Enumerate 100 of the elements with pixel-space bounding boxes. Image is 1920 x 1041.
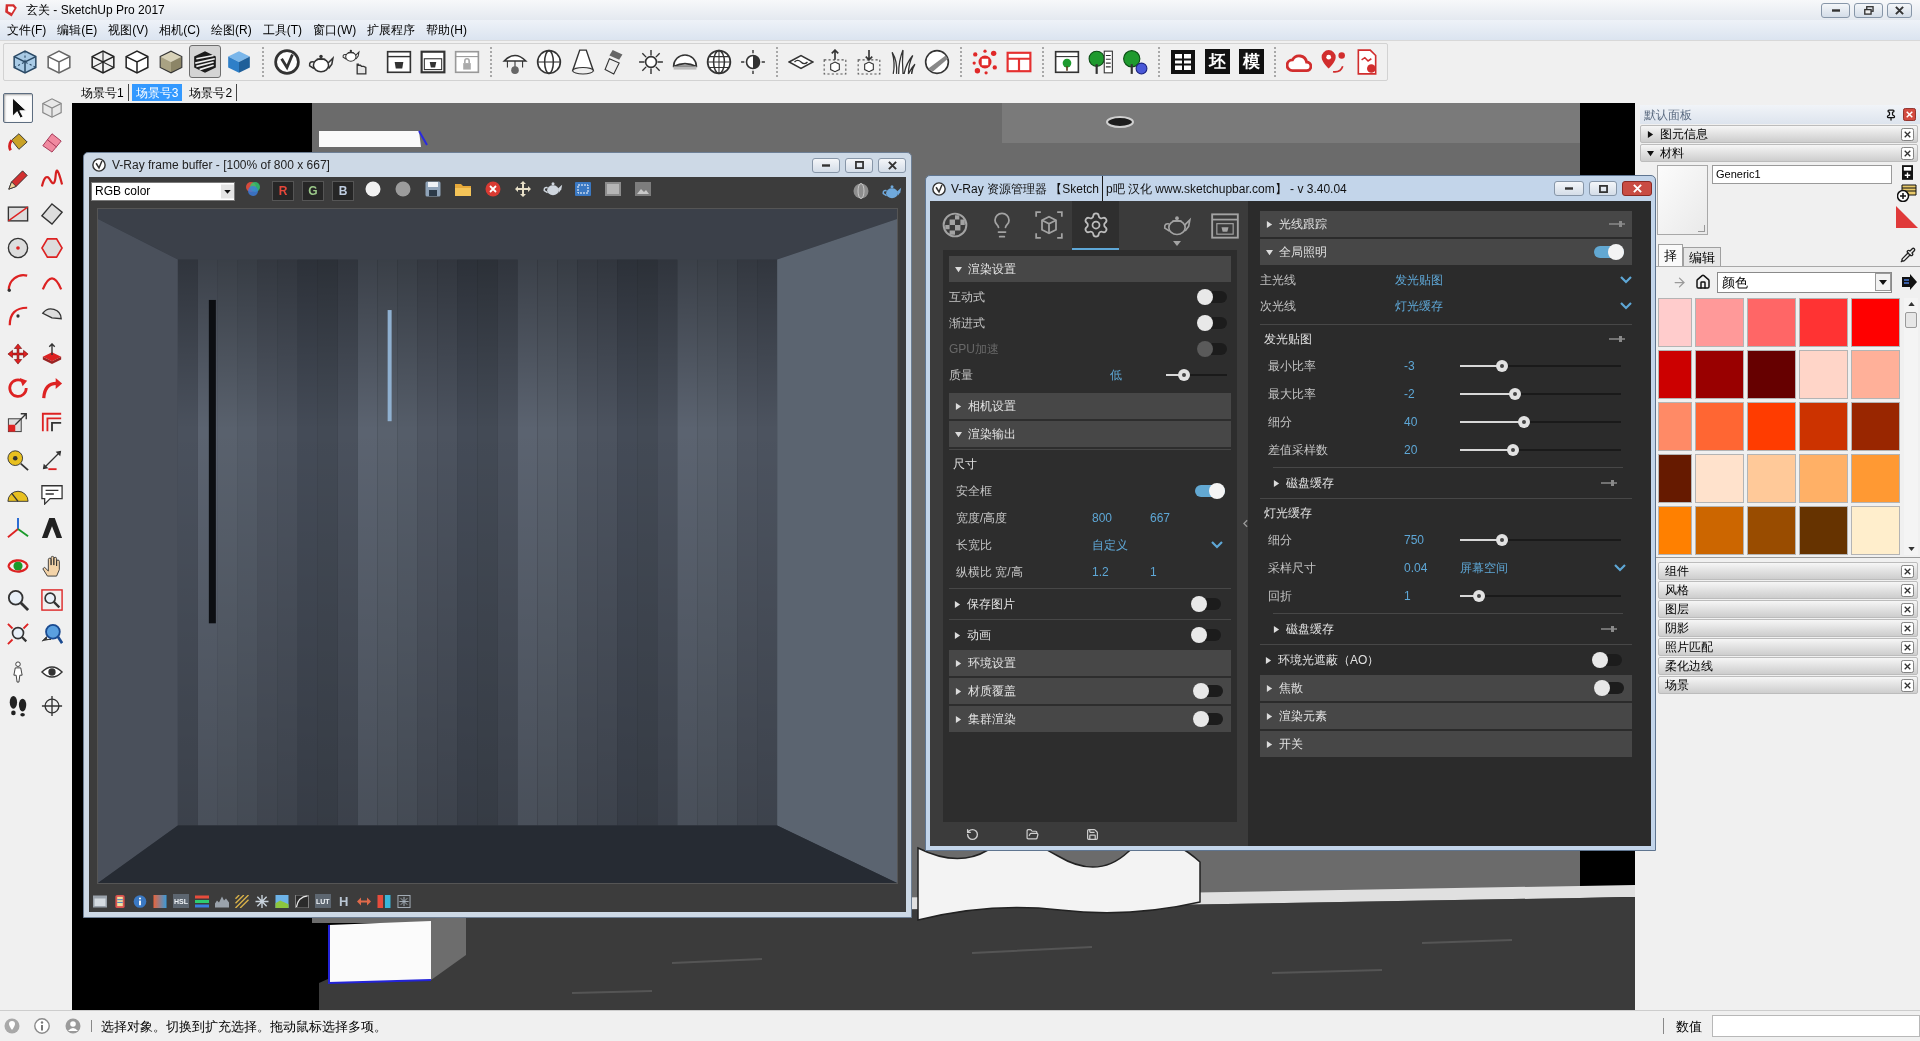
section-title[interactable]: 光线跟踪 — [1266, 218, 1327, 230]
setting-value[interactable]: 1.2 — [1092, 565, 1150, 578]
panel-bar[interactable]: 材料 — [1640, 144, 1918, 162]
slider-thumb[interactable] — [1508, 388, 1521, 400]
setting-value[interactable]: 0.04 — [1404, 562, 1460, 574]
circle-icon[interactable] — [365, 181, 381, 197]
panel-bar[interactable]: 组件 — [1658, 562, 1918, 580]
chevron-left-icon[interactable] — [1242, 519, 1248, 528]
slider-thumb[interactable] — [1495, 534, 1508, 546]
sphere-icon[interactable] — [536, 48, 562, 75]
asterisk-icon[interactable] — [396, 894, 411, 908]
color-wheel-icon[interactable] — [245, 181, 261, 197]
setting-value[interactable]: 20 — [1404, 444, 1460, 456]
curve-icon[interactable] — [295, 894, 309, 908]
section-title[interactable]: 磁盘缓存 — [1273, 477, 1334, 489]
circle-icon[interactable] — [395, 181, 411, 197]
cube-outline-icon[interactable] — [46, 48, 72, 75]
plus-box-icon[interactable] — [1901, 165, 1913, 180]
move-arrows-icon[interactable] — [515, 181, 531, 197]
color-swatch[interactable] — [1658, 402, 1692, 451]
triangle-swatch-icon[interactable] — [1896, 206, 1918, 228]
gradient-icon[interactable] — [153, 894, 167, 908]
section-title[interactable]: 渲染输出 — [955, 428, 1016, 440]
tray-tab[interactable]: 择 — [1658, 244, 1683, 266]
grass-icon[interactable] — [890, 48, 916, 75]
slider-thumb[interactable] — [1495, 360, 1508, 372]
eyedropper-icon[interactable] — [1900, 247, 1916, 263]
color-swatch[interactable] — [1695, 402, 1744, 451]
details-arrow-icon[interactable] — [1901, 274, 1917, 290]
maximize-button[interactable] — [845, 157, 873, 173]
grid-tile-icon[interactable] — [1171, 49, 1195, 74]
color-swatch[interactable] — [1799, 454, 1848, 503]
tool-button[interactable] — [3, 93, 33, 123]
box-arrow-down-icon[interactable] — [856, 48, 882, 75]
section-title[interactable]: 保存图片 — [954, 598, 1015, 610]
image-icon[interactable] — [635, 181, 651, 197]
landscape-icon[interactable] — [275, 894, 289, 908]
section-title[interactable]: 渲染元素 — [1266, 710, 1327, 722]
scrollbar-thumb[interactable] — [1905, 312, 1917, 328]
slider-track[interactable] — [1460, 388, 1621, 400]
close-icon[interactable] — [1901, 678, 1914, 692]
menu-item[interactable]: 扩展程序 — [367, 24, 416, 36]
half-circle-icon[interactable] — [740, 48, 766, 75]
close-icon[interactable] — [1901, 621, 1914, 635]
levels-icon[interactable] — [195, 894, 209, 908]
section-title[interactable]: 焦散 — [1266, 682, 1303, 694]
teapot-hand-icon[interactable] — [342, 48, 368, 75]
section-title[interactable]: 环境光遮蔽（AO） — [1265, 654, 1380, 666]
section-title[interactable]: 全局照明 — [1266, 246, 1327, 258]
close-icon[interactable] — [1901, 640, 1914, 654]
close-icon[interactable] — [1901, 146, 1914, 160]
tree-globe-icon[interactable] — [1122, 48, 1148, 75]
color-swatch[interactable] — [1851, 506, 1900, 555]
panel-bar[interactable]: 图层 — [1658, 600, 1918, 618]
setting-value[interactable]: 40 — [1404, 416, 1460, 428]
sphere-icon[interactable] — [853, 183, 869, 199]
toggle-switch[interactable] — [1191, 627, 1221, 643]
cone-light-icon[interactable] — [570, 48, 596, 75]
color-swatch[interactable] — [1747, 506, 1796, 555]
xray-cube-icon[interactable] — [12, 48, 38, 75]
color-swatch[interactable] — [1658, 350, 1692, 399]
color-swatch[interactable] — [1799, 506, 1848, 555]
toggle-switch[interactable] — [1592, 652, 1622, 668]
section-title[interactable]: 动画 — [954, 629, 991, 641]
dropdown[interactable]: 发光贴图 — [1395, 274, 1632, 286]
setting-value[interactable]: 800 — [1092, 511, 1150, 524]
image-icon[interactable] — [605, 181, 621, 197]
color-swatch[interactable] — [1695, 350, 1744, 399]
close-icon[interactable] — [1901, 659, 1914, 673]
toggle-switch[interactable] — [1195, 482, 1225, 499]
check-circle-icon[interactable] — [274, 48, 300, 75]
slider-track[interactable] — [1460, 444, 1621, 456]
minimize-button[interactable] — [1554, 181, 1584, 196]
menu-item[interactable]: 编辑(E) — [57, 24, 98, 36]
close-button[interactable] — [1887, 2, 1912, 18]
box-arrow-up-icon[interactable] — [822, 48, 848, 75]
toggle-switch[interactable] — [1594, 244, 1624, 260]
info-icon[interactable] — [34, 1018, 50, 1034]
channel-button[interactable]: R — [272, 181, 294, 201]
section-title[interactable]: 磁盘缓存 — [1273, 623, 1334, 635]
color-swatch[interactable] — [1799, 402, 1848, 451]
toggle-switch[interactable] — [1197, 315, 1227, 331]
restore-button[interactable] — [1854, 2, 1883, 18]
bars-icon[interactable] — [376, 894, 391, 908]
measurements-field[interactable] — [1712, 1015, 1920, 1037]
location-pin-icon[interactable] — [1320, 48, 1346, 75]
tree-document-icon[interactable] — [1088, 48, 1114, 75]
color-swatch[interactable] — [1695, 454, 1744, 503]
section-title[interactable]: 相机设置 — [955, 400, 1016, 412]
menu-item[interactable]: 文件(F) — [7, 24, 47, 36]
region-icon[interactable] — [575, 181, 591, 197]
close-icon[interactable] — [1901, 564, 1914, 578]
section-title[interactable]: 材质覆盖 — [955, 685, 1016, 697]
minimize-button[interactable] — [1821, 2, 1850, 18]
histogram-icon[interactable] — [215, 894, 229, 908]
panel-bar[interactable]: 照片匹配 — [1658, 638, 1918, 656]
panel-bar[interactable]: 风格 — [1658, 581, 1918, 599]
menu-item[interactable]: 相机(C) — [159, 24, 200, 36]
panel-bar[interactable]: 阴影 — [1658, 619, 1918, 637]
save-icon[interactable] — [425, 181, 441, 197]
